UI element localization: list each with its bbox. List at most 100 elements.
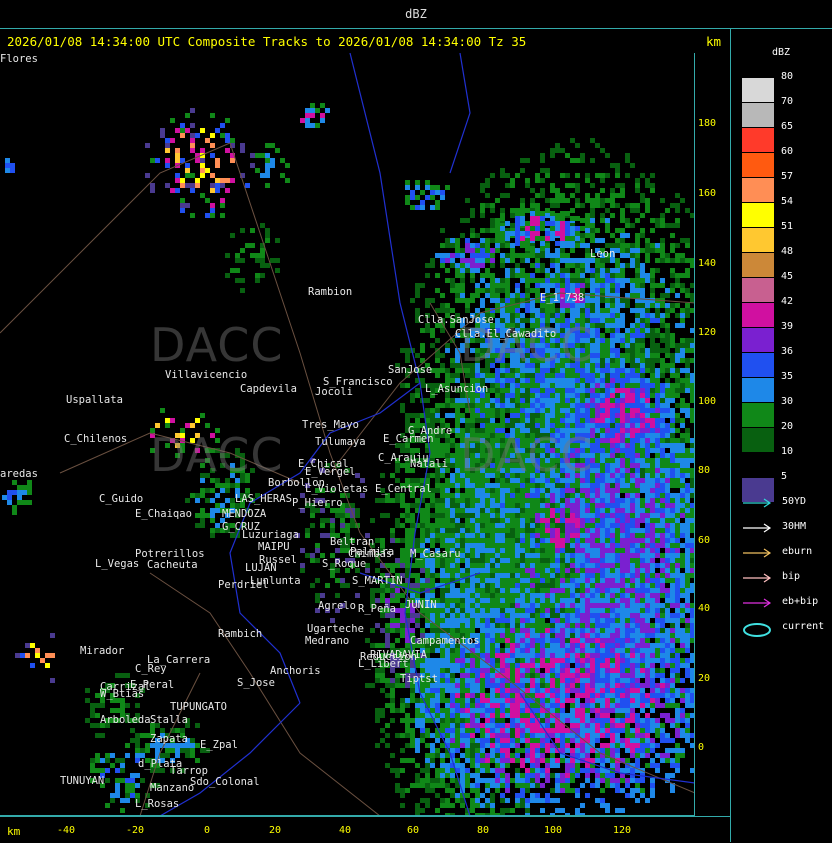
legend-label-51: 51 xyxy=(781,221,793,232)
legend-swatch-80 xyxy=(742,78,774,102)
x-tick-0: 0 xyxy=(204,825,210,836)
y-tick-120: 120 xyxy=(698,327,716,338)
y-tick-20: 20 xyxy=(698,673,710,684)
place-label: Rambion xyxy=(308,286,352,298)
track-legend-eb+bip: eb+bip xyxy=(742,596,832,610)
place-label: L_Libert xyxy=(358,658,409,670)
place-label: Uspallata xyxy=(66,394,123,406)
y-tick-180: 180 xyxy=(698,118,716,129)
legend-swatch-60 xyxy=(742,153,774,177)
place-label: E_Zpal xyxy=(200,739,238,751)
y-tick-0: 0 xyxy=(698,742,704,753)
place-label: Flores xyxy=(0,53,38,65)
legend-swatch-54 xyxy=(742,203,774,227)
place-label: Borbollon xyxy=(268,477,325,489)
legend-swatch-57 xyxy=(742,178,774,202)
place-label: TUNUYAN xyxy=(60,775,104,787)
track-legend-eburn: eburn xyxy=(742,546,832,560)
x-axis: km -40-20020406080100120 xyxy=(0,816,730,843)
place-label: L_Vegas xyxy=(95,558,139,570)
place-label: Arboleda xyxy=(100,714,151,726)
place-label: Clla.SanJose xyxy=(418,314,494,326)
unit-title: dBZ xyxy=(0,7,832,21)
composite-title: 2026/01/08 14:34:00 UTC Composite Tracks… xyxy=(7,34,526,49)
y-tick-40: 40 xyxy=(698,603,710,614)
place-label: aredas xyxy=(0,468,38,480)
place-label: L_Rosas xyxy=(135,798,179,810)
place-label: W_Btias xyxy=(100,688,144,700)
legend-swatch-70 xyxy=(742,103,774,127)
x-tick-100: 100 xyxy=(544,825,562,836)
place-label: MENDOZA xyxy=(222,508,266,520)
map-header: 2026/01/08 14:34:00 UTC Composite Tracks… xyxy=(0,29,730,53)
legend-label-60: 60 xyxy=(781,146,793,157)
place-label: M_Casaru xyxy=(410,548,461,560)
place-label: Natali xyxy=(410,458,448,470)
track-legend-bip: bip xyxy=(742,571,832,585)
place-label: S_MARTIN xyxy=(352,575,403,587)
legend-swatch-65 xyxy=(742,128,774,152)
legend-swatch-42 xyxy=(742,303,774,327)
place-label: Villavicencio xyxy=(165,369,247,381)
place-label: Zapata xyxy=(150,733,188,745)
place-label: Rambich xyxy=(218,628,262,640)
place-label: Ugarteche xyxy=(307,623,364,635)
place-label: LAS_HERAS xyxy=(235,493,292,505)
place-label: Tres_Mayo xyxy=(302,419,359,431)
place-label: Cacheuta xyxy=(147,559,198,571)
x-tick-120: 120 xyxy=(613,825,631,836)
watermark-3: DACC xyxy=(150,428,284,482)
x-axis-km-label: km xyxy=(7,825,20,838)
legend-swatch-20 xyxy=(742,428,774,452)
y-axis: 180 160 140 120 100 80 60 40 20 0 xyxy=(695,53,730,816)
legend-swatch-10 xyxy=(742,453,774,477)
y-tick-100: 100 xyxy=(698,396,716,407)
place-label: Sdo_Colonal xyxy=(190,776,260,788)
place-label: TUPUNGATO xyxy=(170,701,227,713)
legend-swatch-39 xyxy=(742,328,774,352)
legend-label-70: 70 xyxy=(781,96,793,107)
place-label: E_Central xyxy=(375,483,432,495)
place-label: E_1-738 xyxy=(540,292,584,304)
track-legend-current: current xyxy=(742,621,832,635)
place-label: Clla.El_Cawadito xyxy=(455,328,556,340)
x-tick-20: 20 xyxy=(269,825,281,836)
place-label: E_Chaiqao xyxy=(135,508,192,520)
y-tick-80: 80 xyxy=(698,465,710,476)
legend-swatch-45 xyxy=(742,278,774,302)
place-label: R_Peña xyxy=(358,603,396,615)
watermark-2: DACC xyxy=(460,318,594,372)
legend-label-39: 39 xyxy=(781,321,793,332)
legend-label-57: 57 xyxy=(781,171,793,182)
place-label: Luzuriaga xyxy=(242,529,299,541)
legend-label-30: 30 xyxy=(781,396,793,407)
legend-swatch-30 xyxy=(742,403,774,427)
legend-swatch-35 xyxy=(742,378,774,402)
top-title-bar: dBZ xyxy=(0,0,832,29)
place-label: Jocoli xyxy=(315,386,353,398)
y-tick-60: 60 xyxy=(698,535,710,546)
place-label: C_Guido xyxy=(99,493,143,505)
legend-label-5: 5 xyxy=(781,471,787,482)
place-label: Tulumaya xyxy=(315,436,366,448)
place-label: Agrelo xyxy=(318,600,356,612)
y-tick-140: 140 xyxy=(698,258,716,269)
place-label: S_Jose xyxy=(237,677,275,689)
watermark-1: DACC xyxy=(150,318,284,372)
legend-swatch-48 xyxy=(742,253,774,277)
y-tick-160: 160 xyxy=(698,188,716,199)
place-label: Mirador xyxy=(80,645,124,657)
track-legend-50YD: 50YD xyxy=(742,496,832,510)
place-label: Leon xyxy=(590,248,615,260)
place-label: SanJose xyxy=(388,364,432,376)
legend-label-36: 36 xyxy=(781,346,793,357)
place-label: LUJAN xyxy=(245,562,277,574)
place-label: Medrano xyxy=(305,635,349,647)
track-legend-30HM: 30HM xyxy=(742,521,832,535)
legend-label-42: 42 xyxy=(781,296,793,307)
legend-label-65: 65 xyxy=(781,121,793,132)
legend-label-48: 48 xyxy=(781,246,793,257)
radar-map[interactable]: DACC DACC DACC DACC RambionClla.SanJoseC… xyxy=(0,53,695,816)
legend-label-35: 35 xyxy=(781,371,793,382)
place-label: L_Asuncion xyxy=(425,383,488,395)
